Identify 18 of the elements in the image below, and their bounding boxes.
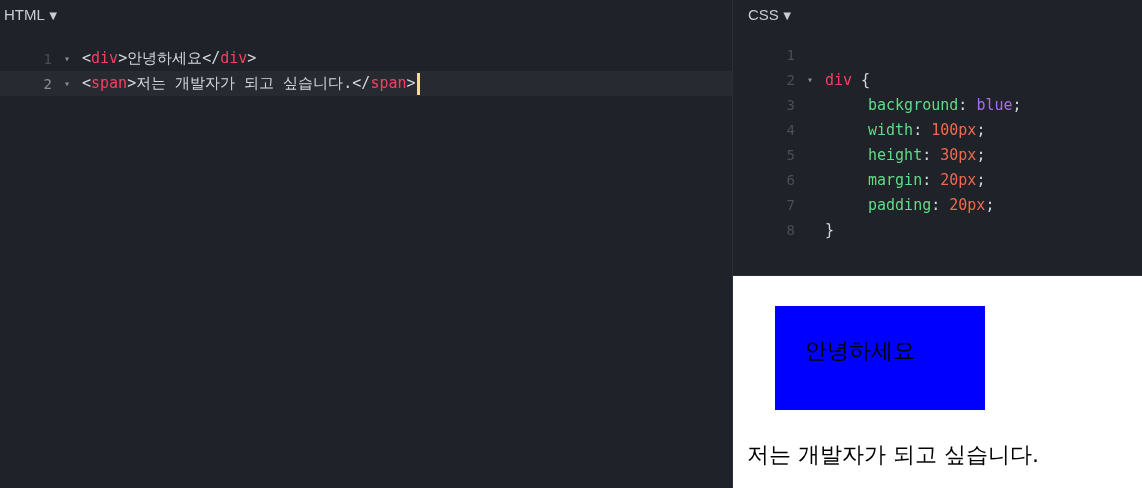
- code-line: }: [825, 220, 835, 239]
- line-number: 2: [42, 75, 52, 92]
- preview-span-text: 저는 개발자가 되고 싶습니다.: [747, 441, 1039, 469]
- preview-div-text: 안녕하세요: [805, 338, 915, 363]
- code-line: <div>안녕하세요</div>: [82, 49, 257, 68]
- code-line: margin: 20px;: [867, 170, 986, 189]
- code-line: background: blue;: [867, 95, 1022, 114]
- code-line: <span>저는 개발자가 되고 싶습니다.</span>: [82, 74, 416, 93]
- code-line: height: 30px;: [867, 145, 986, 164]
- code-line: div {: [825, 70, 871, 89]
- language-dropdown[interactable]: HTML▼: [4, 5, 60, 23]
- code-line: padding: 20px;: [867, 195, 995, 214]
- code-line: width: 100px;: [867, 120, 986, 139]
- language-dropdown[interactable]: CSS▼: [748, 5, 794, 23]
- fold-arrow-icon[interactable]: ▾: [64, 78, 70, 89]
- text-cursor: [416, 72, 420, 95]
- fold-arrow-icon[interactable]: ▾: [807, 74, 813, 85]
- fold-arrow-icon[interactable]: ▾: [64, 53, 70, 64]
